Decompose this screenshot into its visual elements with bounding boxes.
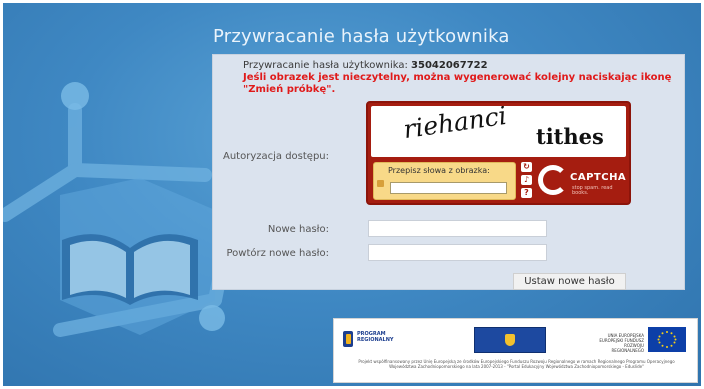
refresh-icon[interactable]: ↻ [521,162,532,172]
captcha-warning: Jeśli obrazek jest nieczytelny, można wy… [243,72,672,95]
captcha-prompt: Przepisz słowa z obrazka: [388,166,490,175]
captcha-pencil-icon [377,180,384,187]
captcha-word-2: tithes [536,124,604,149]
captcha-word-1: riehanci [401,106,509,145]
recaptcha-tagline: stop spam. read books. [572,185,613,196]
info-label: Przywracanie hasła użytkownika: [243,60,408,71]
captcha-input-area: Przepisz słowa z obrazka: [373,162,516,200]
captcha-response-input[interactable] [390,182,507,194]
regional-program-text: PROGRAM REGIONALNY [357,331,394,343]
captcha-widget: riehanci tithes Przepisz słowa z obrazka… [366,101,631,205]
captcha-controls: ↻ ♪ ? [521,162,532,201]
repeat-password-input[interactable] [368,244,547,261]
voivodeship-logo [474,327,546,353]
eu-flag-logo [648,327,686,352]
new-password-input[interactable] [368,220,547,237]
audio-icon[interactable]: ♪ [521,175,532,185]
crest-icon [505,334,515,346]
funding-footer: PROGRAM REGIONALNY UNIA EUROPEJSKA EUROP… [333,318,698,383]
eu-stars-icon [657,331,677,348]
info-line: Przywracanie hasła użytkownika: 35042067… [243,60,488,71]
recaptcha-c-icon [538,165,568,195]
captcha-label: Autoryzacja dostępu: [222,151,329,162]
new-password-label: Nowe hasło: [267,224,329,235]
eu-fund-text: UNIA EUROPEJSKA EUROPEJSKI FUNDUSZ ROZWO… [599,333,644,353]
page-title: Przywracanie hasła użytkownika [213,26,510,47]
captcha-image: riehanci tithes [371,106,626,157]
user-id: 35042067722 [411,60,488,71]
recaptcha-logo: CAPTCHA stop spam. read books. [538,162,626,200]
regional-program-logo: PROGRAM REGIONALNY [343,329,399,351]
recaptcha-brand: CAPTCHA [570,172,627,183]
set-password-button[interactable]: Ustaw nowe hasło [513,273,626,290]
repeat-password-label: Powtórz nowe hasło: [226,248,329,259]
help-icon[interactable]: ? [521,188,532,198]
funding-note: Projekt współfinansowany przez Unię Euro… [358,359,675,369]
password-reset-panel: Przywracanie hasła użytkownika: 35042067… [212,54,685,290]
